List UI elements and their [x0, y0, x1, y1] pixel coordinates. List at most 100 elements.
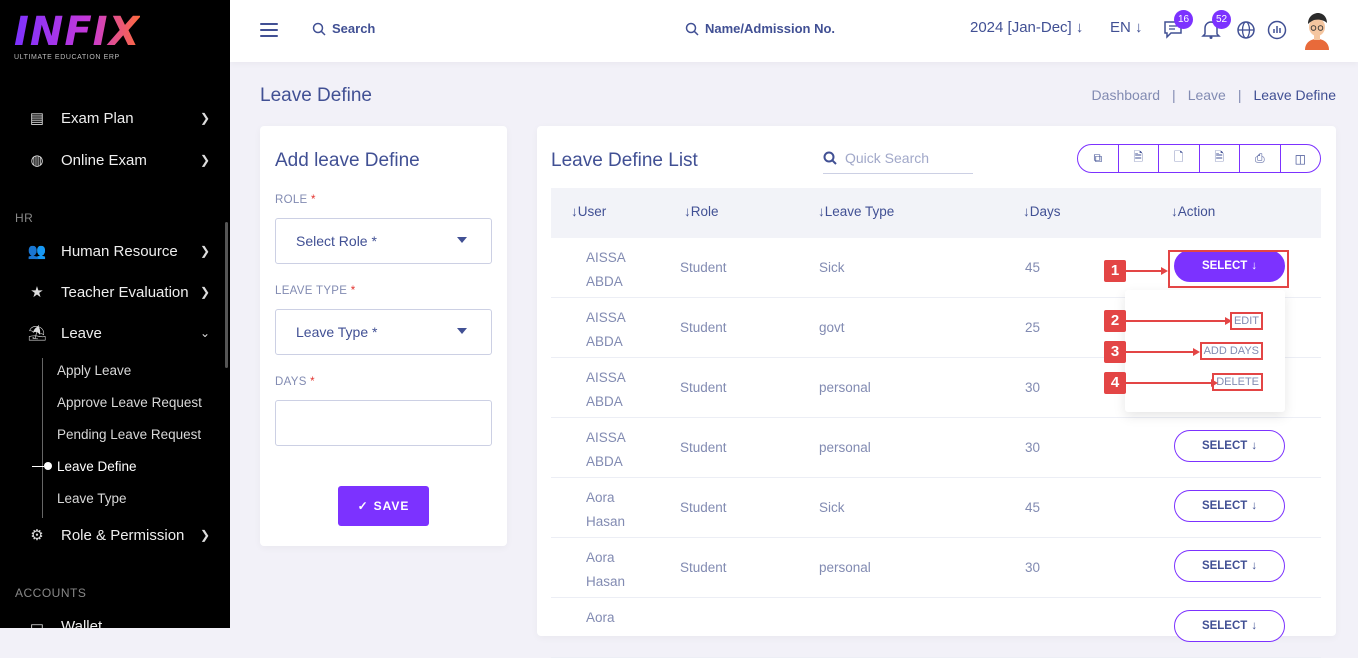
caret-down-icon [457, 328, 467, 334]
active-indicator-line [32, 466, 44, 467]
cell-leave-type: Sick [819, 260, 845, 275]
sidebar-subitem-apply-leave[interactable]: Apply Leave [57, 363, 131, 378]
student-search[interactable]: Name/Admission No. [685, 21, 835, 36]
cell-user: Aora [586, 610, 615, 625]
csv-button[interactable]: 🗋 [1159, 145, 1200, 172]
days-label: DAYS * [275, 376, 315, 388]
save-button[interactable]: ✓ SAVE [338, 486, 429, 526]
sidebar-subitem-approve-leave-request[interactable]: Approve Leave Request [57, 395, 202, 410]
sidebar-item-role-permission[interactable]: ⚙ Role & Permission ❯ [0, 517, 230, 553]
reports-button[interactable] [1266, 18, 1290, 42]
chat-button[interactable]: 16 [1162, 10, 1193, 42]
copy-button[interactable]: ⧉ [1078, 145, 1119, 172]
topbar: Search Name/Admission No. 2024 [Jan-Dec]… [230, 0, 1358, 62]
cell-user: AISSA ABDA [586, 250, 626, 289]
select-action-button[interactable]: SELECT ↓ [1174, 490, 1285, 522]
select-action-button[interactable]: SELECT ↓ [1174, 610, 1285, 642]
website-button[interactable] [1235, 18, 1259, 42]
shield-icon: ⚙ [30, 527, 44, 544]
arrow-down-icon: ↓ [1251, 620, 1258, 632]
print-icon: ⎙ [1254, 151, 1265, 165]
column-header-role[interactable]: ↓Role [684, 204, 719, 219]
cell-leave-type: personal [819, 440, 871, 455]
sidebar-item-human-resource[interactable]: 👥 Human Resource ❯ [0, 233, 230, 269]
sidebar-item-exam-plan[interactable]: ▤ Exam Plan ❯ [0, 100, 230, 136]
cell-user: AISSA ABDA [586, 370, 626, 409]
chevron-right-icon: ❯ [199, 528, 210, 542]
column-header-leave-type[interactable]: ↓Leave Type [818, 204, 894, 219]
column-header-user[interactable]: ↓User [571, 204, 606, 219]
sidebar-item-leave[interactable]: ⛱ Leave ⌄ [0, 315, 230, 351]
language-label: EN [1110, 19, 1131, 36]
arrow-down-icon: ↓ [1075, 19, 1084, 36]
hamburger-menu-icon[interactable] [260, 23, 278, 37]
annotation-number: 4 [1104, 372, 1126, 394]
column-header-days[interactable]: ↓Days [1023, 204, 1061, 219]
sidebar-subitem-leave-define[interactable]: Leave Define [57, 459, 137, 474]
breadcrumb-current: Leave Define [1253, 87, 1336, 103]
cell-days: 30 [1025, 380, 1041, 395]
sidebar-item-wallet[interactable]: ▭ Wallet [0, 608, 230, 629]
cell-role: Student [680, 380, 727, 395]
logo-subtitle: ULTIMATE EDUCATION ERP [14, 54, 120, 61]
sidebar-subitem-pending-leave-request[interactable]: Pending Leave Request [57, 427, 201, 442]
chart-icon [1267, 20, 1287, 40]
search-icon [685, 22, 699, 36]
copy-icon: ⧉ [1093, 151, 1103, 165]
columns-button[interactable]: ◫ [1281, 145, 1321, 172]
pdf-button[interactable]: 🗎 [1200, 145, 1240, 172]
annotation-arrow-line [1126, 320, 1226, 322]
avatar[interactable] [1302, 10, 1332, 50]
breadcrumb-leave[interactable]: Leave [1188, 87, 1226, 103]
app-logo[interactable]: INFIX ULTIMATE EDUCATION ERP [14, 12, 140, 61]
section-hr: HR [15, 211, 34, 225]
notification-button[interactable]: 52 [1200, 10, 1231, 42]
sidebar-item-teacher-evaluation[interactable]: ★ Teacher Evaluation ❯ [0, 274, 230, 310]
table-header: ↓User ↓Role ↓Leave Type ↓Days ↓Action [551, 188, 1321, 238]
sidebar-item-label: Online Exam [61, 151, 147, 169]
submenu-line [42, 358, 43, 518]
menu-search[interactable]: Search [312, 21, 375, 36]
leave-type-select[interactable]: Leave Type * [275, 309, 492, 355]
breadcrumb-dashboard[interactable]: Dashboard [1092, 87, 1161, 103]
chevron-down-icon: ⌄ [199, 326, 210, 340]
cell-role: Student [680, 320, 727, 335]
dropdown-edit[interactable]: EDIT [1229, 312, 1263, 330]
cell-days: 30 [1025, 560, 1041, 575]
breadcrumb-separator: | [1237, 87, 1242, 103]
wallet-icon: ▭ [29, 618, 45, 628]
cell-user: AISSA ABDA [586, 430, 626, 469]
list-title: Leave Define List [551, 150, 698, 171]
cell-days: 25 [1025, 320, 1041, 335]
page-title: Leave Define [260, 85, 372, 106]
session-selector[interactable]: 2024 [Jan-Dec] ↓ [970, 19, 1083, 36]
days-input[interactable] [275, 400, 492, 446]
table-row: Aora Hasan Student personal 30 SELECT ↓ [551, 538, 1321, 598]
cell-leave-type: govt [819, 320, 845, 335]
sidebar-scrollbar[interactable] [225, 222, 228, 368]
breadcrumb: Dashboard | Leave | Leave Define [1092, 87, 1336, 103]
sidebar-subitem-leave-type[interactable]: Leave Type [57, 491, 127, 506]
excel-button[interactable]: 🗎 [1119, 145, 1159, 172]
quick-search-input[interactable]: Quick Search [823, 142, 973, 174]
globe-icon [1237, 21, 1255, 39]
role-select[interactable]: Select Role * [275, 218, 492, 264]
language-selector[interactable]: EN ↓ [1110, 19, 1143, 36]
print-button[interactable]: ⎙ [1240, 145, 1281, 172]
search-icon [312, 22, 326, 36]
menu-search-label: Search [332, 21, 376, 36]
cell-user: Aora Hasan [586, 550, 626, 589]
sidebar-item-online-exam[interactable]: ◍ Online Exam ❯ [0, 142, 230, 178]
file-icon: 🗋 [1173, 150, 1184, 164]
users-icon: 👥 [27, 243, 47, 260]
select-action-button[interactable]: SELECT ↓ [1174, 550, 1285, 582]
column-header-action[interactable]: ↓Action [1171, 204, 1215, 219]
select-action-button[interactable]: SELECT ↓ [1174, 430, 1285, 462]
dropdown-delete[interactable]: DELETE [1212, 373, 1263, 391]
notification-badge: 52 [1212, 10, 1231, 29]
beach-icon: ⛱ [27, 325, 47, 342]
table-row: AISSA ABDA Student personal 30 SELECT ↓ [551, 418, 1321, 478]
sidebar-item-label: Human Resource [61, 242, 178, 260]
dropdown-add-days[interactable]: ADD DAYS [1199, 342, 1263, 360]
section-accounts: ACCOUNTS [15, 586, 87, 600]
